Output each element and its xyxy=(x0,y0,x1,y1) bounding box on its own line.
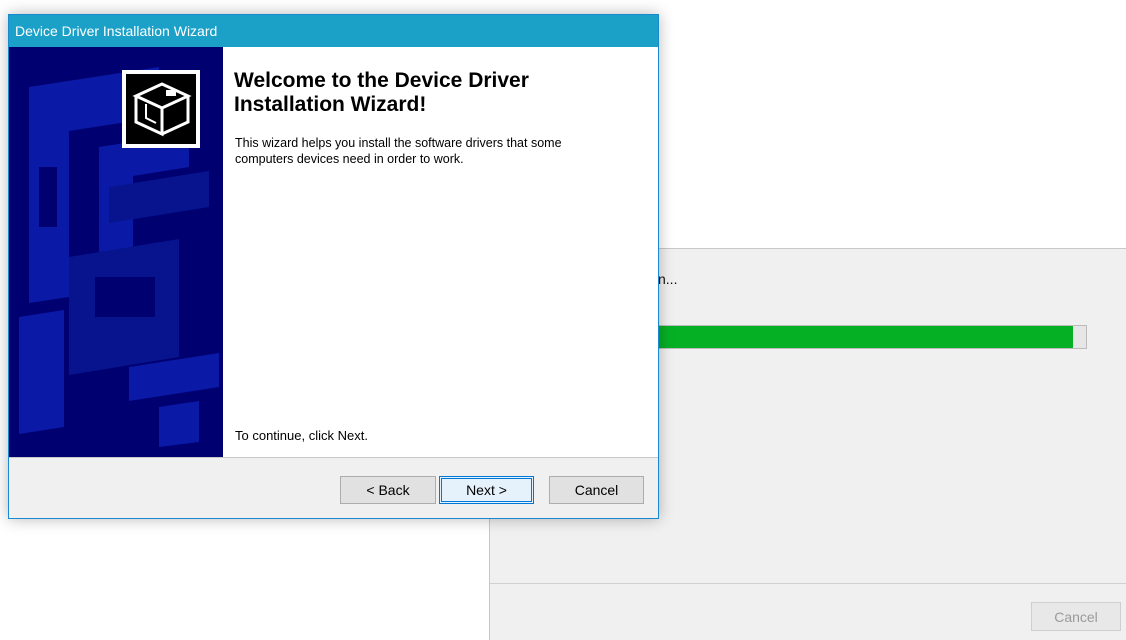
background-cancel-button[interactable]: Cancel xyxy=(1031,602,1121,631)
intro-text: This wizard helps you install the softwa… xyxy=(235,136,562,166)
desktop: n... Cancel Device Driver Installation W… xyxy=(0,0,1126,640)
cancel-button[interactable]: Cancel xyxy=(549,476,644,504)
page-title: Welcome to the Device Driver Installatio… xyxy=(234,69,529,116)
driver-wizard-dialog: Device Driver Installation Wizard Welcom… xyxy=(8,14,659,519)
progress-bar-fill xyxy=(653,326,1073,348)
button-bar: < Back Next > Cancel xyxy=(9,457,658,518)
next-button[interactable]: Next > xyxy=(439,476,534,504)
continue-instruction: To continue, click Next. xyxy=(235,428,368,443)
driver-box-icon xyxy=(122,70,200,148)
back-button[interactable]: < Back xyxy=(340,476,436,504)
wizard-content: Welcome to the Device Driver Installatio… xyxy=(223,47,658,457)
title-bar[interactable]: Device Driver Installation Wizard xyxy=(9,15,658,47)
progress-status-text: n... xyxy=(658,271,678,287)
progress-bar xyxy=(652,325,1087,349)
footer-divider xyxy=(490,583,1126,584)
window-title: Device Driver Installation Wizard xyxy=(15,23,218,39)
